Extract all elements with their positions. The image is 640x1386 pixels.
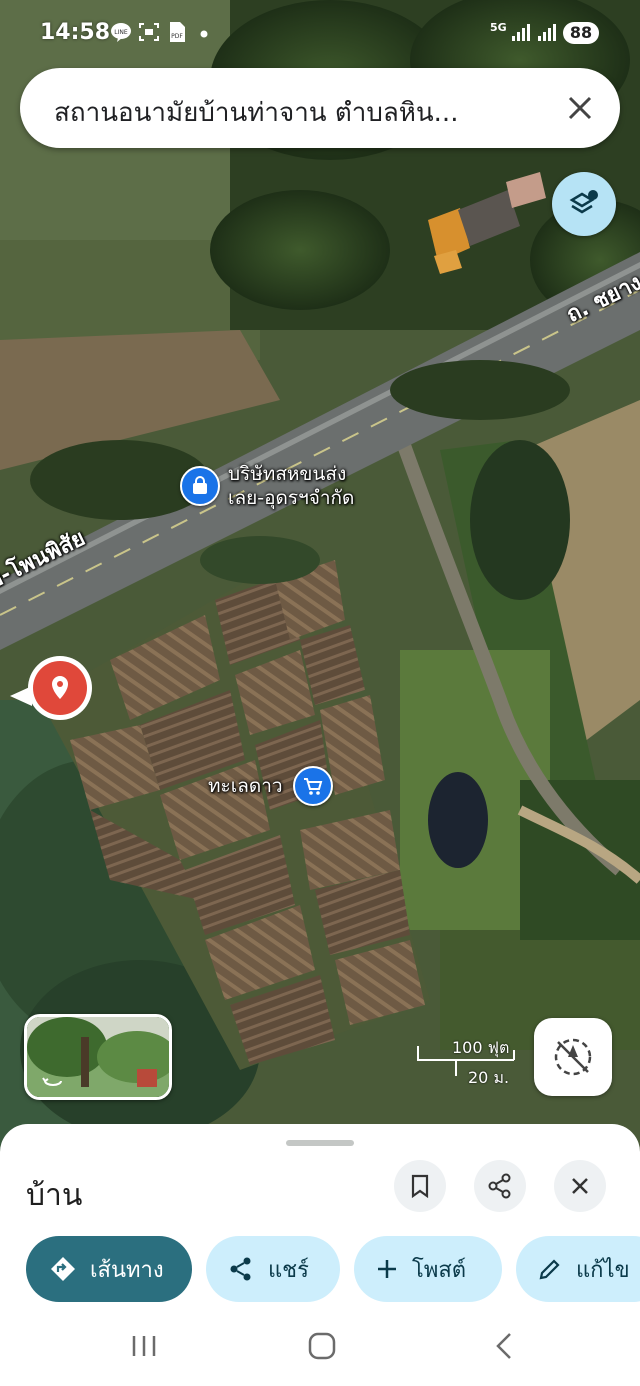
share-icon	[230, 1257, 251, 1281]
place-name: ทะเลดาว	[208, 775, 283, 797]
search-bar[interactable]: สถานอนามัยบ้านท่าจาน ตำบลหิน...	[20, 68, 620, 148]
directions-button[interactable]: เส้นทาง	[26, 1236, 192, 1302]
layers-icon	[569, 190, 598, 214]
recent-apps-icon[interactable]	[130, 1332, 158, 1360]
svg-text:LINE: LINE	[114, 29, 128, 36]
back-icon[interactable]	[490, 1330, 518, 1362]
battery-icon: 88	[563, 22, 599, 44]
screenshot-icon	[139, 23, 159, 41]
place-name-line2: เลย-อุดรฯจำกัด	[228, 487, 355, 509]
network-type: 5G	[490, 21, 507, 34]
edit-chip[interactable]: แก้ไข	[516, 1236, 640, 1302]
pencil-icon	[539, 1259, 560, 1280]
bookmark-icon	[411, 1174, 429, 1198]
system-navigation-bar	[0, 1310, 640, 1386]
directions-label: เส้นทาง	[90, 1257, 164, 1283]
layers-button[interactable]	[552, 172, 616, 236]
satellite-imagery	[0, 0, 640, 1160]
shopping-cart-icon	[292, 766, 333, 806]
signal-icon	[512, 24, 530, 41]
place-marker-talay-dao[interactable]: ทะเลดาว	[208, 766, 333, 806]
svg-text:PDF: PDF	[171, 33, 183, 40]
shopping-bag-icon	[180, 466, 220, 506]
place-name-line1: บริษัทสหขนส่ง	[228, 463, 347, 485]
drag-handle[interactable]	[286, 1140, 354, 1146]
signal-icon	[538, 24, 556, 41]
close-sheet-button[interactable]	[554, 1160, 606, 1212]
satellite-map[interactable]: ย-โพนพิสัย ถ. ชยาง บริษัทสหขนส่ง เลย-อุด…	[0, 0, 640, 1160]
pdf-icon: PDF	[170, 22, 185, 42]
share-chip[interactable]: แชร์	[206, 1236, 340, 1302]
share-icon	[488, 1173, 511, 1199]
close-icon	[572, 1178, 588, 1194]
share-button[interactable]	[474, 1160, 526, 1212]
dropped-pin-marker[interactable]	[10, 656, 94, 720]
post-chip[interactable]: โพสต์	[354, 1236, 502, 1302]
plus-icon	[378, 1260, 396, 1278]
map-scale: 100 ฟุต 20 ม.	[416, 1036, 516, 1088]
directions-icon	[51, 1257, 75, 1281]
street-view-thumbnail[interactable]	[24, 1014, 172, 1100]
post-chip-label: โพสต์	[412, 1257, 467, 1283]
edit-chip-label: แก้ไข	[576, 1257, 630, 1283]
close-icon[interactable]	[562, 90, 598, 126]
place-title: บ้าน	[26, 1178, 83, 1213]
home-icon[interactable]	[306, 1330, 338, 1362]
share-chip-label: แชร์	[268, 1257, 309, 1283]
rotate-360-icon	[42, 1077, 62, 1086]
my-location-button[interactable]	[534, 1018, 612, 1096]
location-off-icon	[554, 1038, 592, 1076]
place-marker-transport-company[interactable]: บริษัทสหขนส่ง เลย-อุดรฯจำกัด	[180, 462, 354, 510]
scale-meters: 20 ม.	[468, 1068, 510, 1087]
save-button[interactable]	[394, 1160, 446, 1212]
line-icon: LINE	[111, 23, 131, 42]
dot-icon	[200, 30, 208, 38]
clock: 14:58	[40, 20, 111, 45]
scale-feet: 100 ฟุต	[452, 1038, 510, 1057]
status-bar: 14:58 LINE PDF 5G 88	[0, 0, 640, 66]
search-query[interactable]: สถานอนามัยบ้านท่าจาน ตำบลหิน...	[54, 92, 534, 133]
